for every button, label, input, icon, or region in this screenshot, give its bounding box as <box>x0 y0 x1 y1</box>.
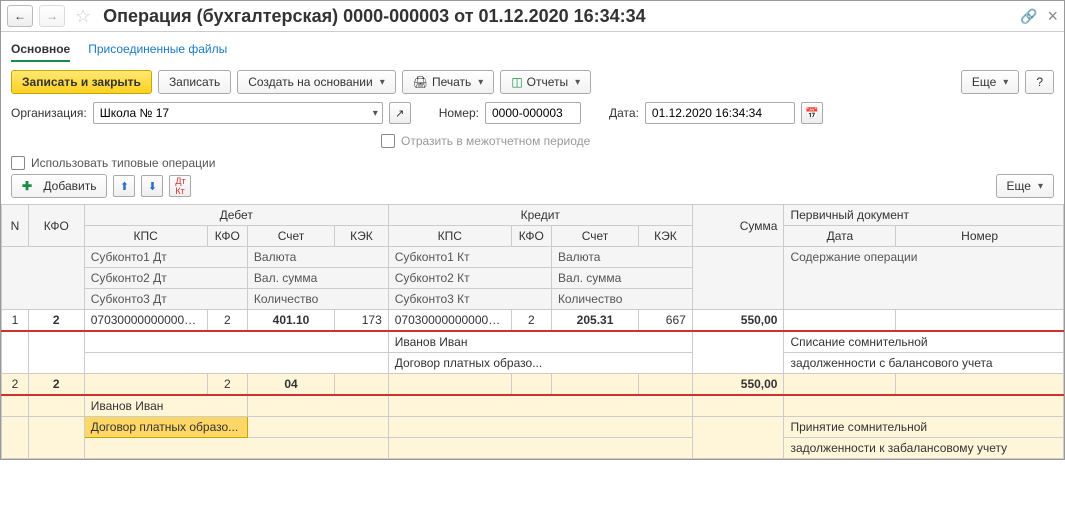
table-row[interactable]: 2 2 2 04 550,00 <box>2 374 1064 396</box>
titlebar: ← → ☆ Операция (бухгалтерская) 0000-0000… <box>1 1 1064 32</box>
hdr-qty-dt: Количество <box>247 289 388 310</box>
hdr-content: Содержание операции <box>784 247 1064 310</box>
org-input[interactable]: ▾ <box>93 102 383 124</box>
hdr-sub2kt: Субконто2 Кт <box>388 268 551 289</box>
date-input[interactable] <box>645 102 795 124</box>
print-icon: 🖨 <box>413 75 428 89</box>
org-open-button[interactable]: ↗ <box>389 102 411 124</box>
date-label: Дата: <box>609 106 639 120</box>
use-typical-row: Использовать типовые операции <box>1 152 1064 174</box>
create-basis-button[interactable]: Создать на основании <box>237 70 396 94</box>
col-date[interactable]: Дата <box>784 226 896 247</box>
table-row[interactable]: Договор платных образо... Принятие сомни… <box>2 417 1064 438</box>
hdr-sub3dt: Субконто3 Дт <box>84 289 247 310</box>
entries-grid: N КФО Дебет Кредит Сумма Первичный докум… <box>1 204 1064 459</box>
col-kt-account[interactable]: Счет <box>551 226 638 247</box>
move-down-button[interactable]: ⬇ <box>141 175 163 197</box>
reports-icon: ◫ <box>511 75 522 89</box>
table-row[interactable]: 1 2 07030000000000130 2 401.10 173 07030… <box>2 310 1064 332</box>
hdr-currency-kt: Валюта <box>551 247 692 268</box>
col-credit[interactable]: Кредит <box>388 205 692 226</box>
col-kt-kfo[interactable]: КФО <box>511 226 551 247</box>
use-typical-label: Использовать типовые операции <box>31 156 215 170</box>
form-row: Организация: ▾ ↗ Номер: Дата: 📅 <box>1 100 1064 130</box>
org-label: Организация: <box>11 106 87 120</box>
hdr-valsum-kt: Вал. сумма <box>551 268 692 289</box>
hdr-currency-dt: Валюта <box>247 247 388 268</box>
col-dt-kfo[interactable]: КФО <box>207 226 247 247</box>
dropdown-icon[interactable]: ▾ <box>373 108 378 119</box>
col-kfo[interactable]: КФО <box>28 205 84 247</box>
print-button[interactable]: 🖨Печать <box>402 70 495 94</box>
add-button[interactable]: ✚ Добавить <box>11 174 107 198</box>
favorite-icon[interactable]: ☆ <box>75 6 91 27</box>
hdr-sub1dt: Субконто1 Дт <box>84 247 247 268</box>
window-title: Операция (бухгалтерская) 0000-000003 от … <box>103 6 1014 27</box>
more-button[interactable]: Еще <box>961 70 1019 94</box>
tabs: Основное Присоединенные файлы <box>1 32 1064 62</box>
calendar-button[interactable]: 📅 <box>801 102 823 124</box>
col-debit[interactable]: Дебет <box>84 205 388 226</box>
col-kt-kek[interactable]: КЭК <box>639 226 693 247</box>
hdr-valsum-dt: Вал. сумма <box>247 268 388 289</box>
grid-more-button[interactable]: Еще <box>996 174 1054 198</box>
col-dt-account[interactable]: Счет <box>247 226 334 247</box>
reports-button[interactable]: ◫Отчеты <box>500 70 591 94</box>
nav-forward-button[interactable]: → <box>39 5 65 27</box>
selected-cell[interactable]: Договор платных образо... <box>84 417 247 438</box>
col-dt-kek[interactable]: КЭК <box>335 226 389 247</box>
col-n[interactable]: N <box>2 205 29 247</box>
nav-back-button[interactable]: ← <box>7 5 33 27</box>
inter-period-row: Отразить в межотчетном периоде <box>1 130 1064 152</box>
plus-icon: ✚ <box>22 179 32 193</box>
help-button[interactable]: ? <box>1025 70 1054 94</box>
close-icon[interactable]: × <box>1047 6 1058 27</box>
col-dt-kps[interactable]: КПС <box>84 226 207 247</box>
table-row[interactable]: Договор платных образо... задолженности … <box>2 353 1064 374</box>
save-button[interactable]: Записать <box>158 70 231 94</box>
col-kt-kps[interactable]: КПС <box>388 226 511 247</box>
number-label: Номер: <box>439 106 479 120</box>
table-row[interactable]: Иванов Иван <box>2 395 1064 417</box>
hdr-sub1kt: Субконто1 Кт <box>388 247 551 268</box>
move-up-button[interactable]: ⬆ <box>113 175 135 197</box>
tab-main[interactable]: Основное <box>11 38 70 62</box>
link-icon[interactable]: 🔗 <box>1020 8 1037 25</box>
inter-period-checkbox[interactable] <box>381 134 395 148</box>
table-row[interactable]: Иванов Иван Списание сомнительной <box>2 331 1064 353</box>
hdr-qty-kt: Количество <box>551 289 692 310</box>
grid-toolbar: ✚ Добавить ⬆ ⬇ ДтКт Еще <box>1 174 1064 204</box>
col-number[interactable]: Номер <box>896 226 1064 247</box>
tab-attachments[interactable]: Присоединенные файлы <box>88 38 227 62</box>
number-input[interactable] <box>485 102 581 124</box>
table-row[interactable]: задолженности к забалансовому учету <box>2 438 1064 459</box>
dtkt-button[interactable]: ДтКт <box>169 175 191 197</box>
save-close-button[interactable]: Записать и закрыть <box>11 70 152 94</box>
hdr-sub3kt: Субконто3 Кт <box>388 289 551 310</box>
hdr-sub2dt: Субконто2 Дт <box>84 268 247 289</box>
inter-period-label: Отразить в межотчетном периоде <box>401 134 590 148</box>
col-primary-doc[interactable]: Первичный документ <box>784 205 1064 226</box>
col-sum[interactable]: Сумма <box>692 205 784 247</box>
main-toolbar: Записать и закрыть Записать Создать на о… <box>1 62 1064 100</box>
use-typical-checkbox[interactable] <box>11 156 25 170</box>
